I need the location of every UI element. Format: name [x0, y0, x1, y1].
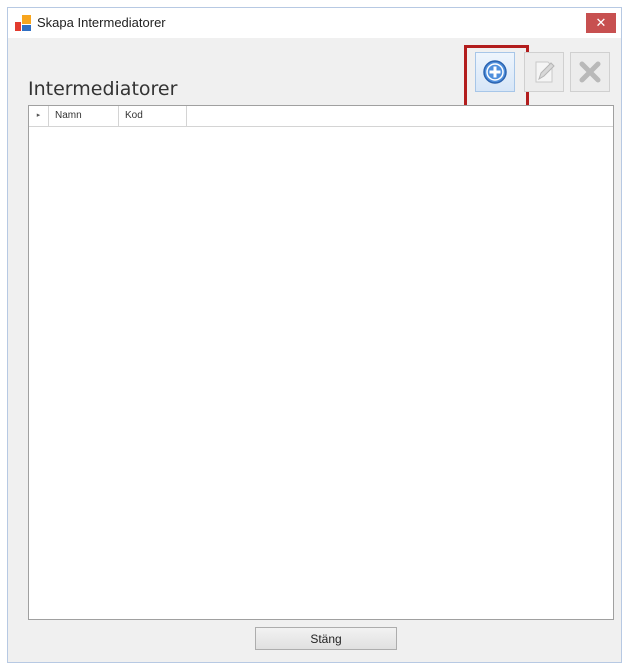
page-title: Intermediatorer [28, 78, 178, 100]
delete-button[interactable] [570, 52, 610, 92]
window-close-button[interactable]: ✕ [586, 13, 616, 33]
pencil-icon [535, 61, 555, 83]
column-header-kod[interactable]: Kod [119, 106, 187, 126]
close-button[interactable]: Stäng [255, 627, 397, 650]
dialog-window: Skapa Intermediatorer ✕ Intermediatorer … [7, 7, 622, 663]
grid-header: ▸ Namn Kod [29, 106, 613, 127]
app-icon [15, 15, 31, 31]
window-title: Skapa Intermediatorer [37, 15, 166, 30]
intermediator-grid[interactable]: ▸ Namn Kod [28, 105, 614, 620]
x-icon [579, 61, 601, 83]
edit-button[interactable] [524, 52, 564, 92]
row-indicator-icon: ▸ [29, 106, 49, 126]
column-header-namn[interactable]: Namn [49, 106, 119, 126]
title-bar[interactable]: Skapa Intermediatorer ✕ [8, 8, 621, 38]
